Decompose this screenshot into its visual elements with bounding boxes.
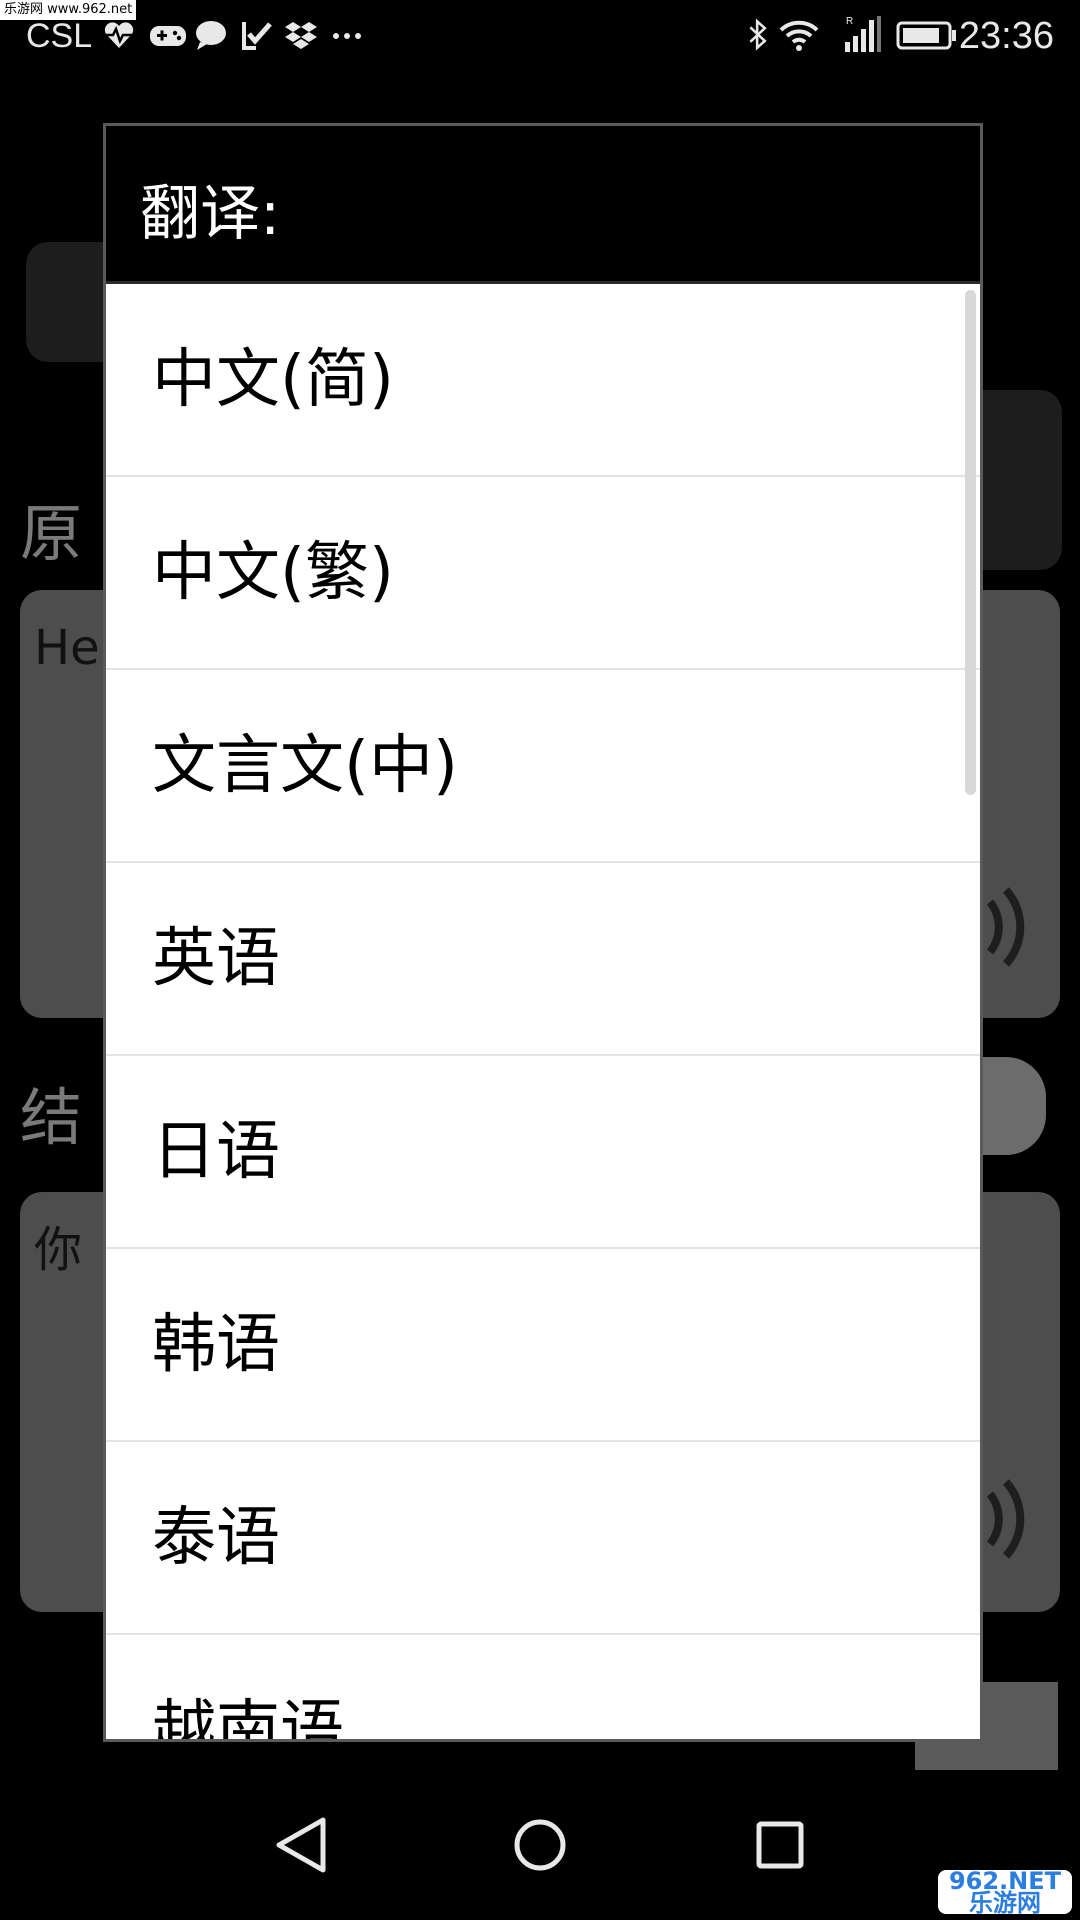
dialog-title: 翻译: <box>140 179 281 249</box>
option-label: 英语 <box>152 922 280 996</box>
clock: 23:36 <box>958 15 1054 57</box>
wifi-icon <box>779 20 819 51</box>
result-speaker-icon <box>986 1479 1025 1559</box>
option-label: 泰语 <box>152 1501 280 1575</box>
option-label: 韩语 <box>152 1308 280 1382</box>
result-label: 结 <box>20 1081 83 1154</box>
option-korean[interactable]: 韩语 <box>106 1249 980 1442</box>
watermark-line2: 乐游网 <box>969 1889 1041 1917</box>
dialog-header: 翻译: <box>106 126 980 284</box>
home-icon[interactable] <box>495 1800 585 1890</box>
option-label: 中文(繁) <box>152 536 394 610</box>
screen: 乐游网 www.962.net CSL R 23:36 原 He 结 你 翻译:… <box>0 0 1080 1920</box>
option-chinese-traditional[interactable]: 中文(繁) <box>106 477 980 670</box>
status-bar: 乐游网 www.962.net CSL R 23:36 <box>0 0 1080 72</box>
battery-icon <box>896 21 956 50</box>
option-label: 中文(简) <box>152 343 394 417</box>
bluetooth-icon <box>749 18 767 51</box>
translate-language-dialog: 翻译: 中文(简) 中文(繁) 文言文(中) 英语 日语 韩语 泰语 越南语 <box>103 123 983 1742</box>
back-icon[interactable] <box>255 1800 345 1890</box>
check-badge-icon <box>242 22 272 50</box>
list-scrollbar[interactable] <box>965 290 976 795</box>
option-english[interactable]: 英语 <box>106 863 980 1056</box>
chat-bubble-icon <box>196 21 226 50</box>
option-label: 文言文(中) <box>152 729 458 803</box>
watermark-bottom: 962.NET 乐游网 <box>938 1869 1072 1917</box>
dropbox-icon <box>285 22 317 49</box>
recents-icon[interactable] <box>735 1800 825 1890</box>
signal-icon: R <box>845 16 881 52</box>
source-speaker-icon <box>986 887 1025 967</box>
carrier-name: CSL <box>26 17 93 55</box>
option-thai[interactable]: 泰语 <box>106 1442 980 1635</box>
svg-text:R: R <box>846 16 853 27</box>
gamepad-icon <box>150 26 186 46</box>
option-classical-chinese[interactable]: 文言文(中) <box>106 670 980 863</box>
heartbeat-icon <box>104 22 134 48</box>
language-option-list[interactable]: 中文(简) 中文(繁) 文言文(中) 英语 日语 韩语 泰语 越南语 <box>106 284 980 1742</box>
option-japanese[interactable]: 日语 <box>106 1056 980 1249</box>
more-dots-icon <box>333 33 361 39</box>
option-label: 日语 <box>152 1115 280 1189</box>
source-label: 原 <box>20 497 83 570</box>
navigation-bar: 962.NET 乐游网 <box>0 1772 1080 1920</box>
source-text: He <box>34 620 100 676</box>
result-text: 你 <box>34 1222 83 1278</box>
option-label: 越南语 <box>152 1694 344 1742</box>
option-chinese-simplified[interactable]: 中文(简) <box>106 284 980 477</box>
option-vietnamese[interactable]: 越南语 <box>106 1635 980 1742</box>
